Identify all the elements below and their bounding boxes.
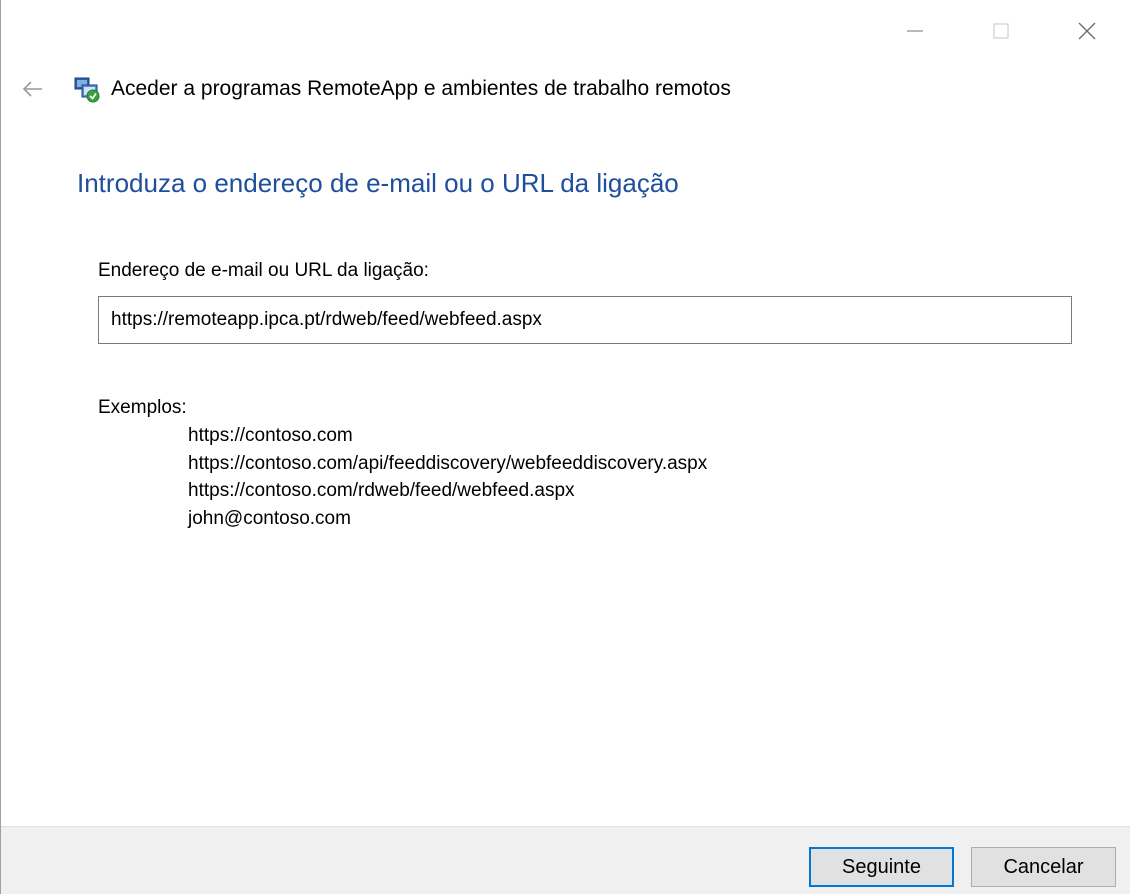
cancel-button[interactable]: Cancelar bbox=[971, 847, 1116, 887]
minimize-button[interactable] bbox=[872, 0, 958, 62]
examples-list: https://contoso.com https://contoso.com/… bbox=[188, 422, 707, 532]
example-item: https://contoso.com/rdweb/feed/webfeed.a… bbox=[188, 480, 575, 501]
close-button[interactable] bbox=[1044, 0, 1130, 62]
example-item: john@contoso.com bbox=[188, 507, 351, 529]
examples-label: Exemplos: bbox=[98, 397, 187, 418]
remoteapp-wizard-window: Aceder a programas RemoteApp e ambientes… bbox=[0, 0, 1130, 894]
example-item: https://contoso.com bbox=[188, 425, 353, 446]
next-button[interactable]: Seguinte bbox=[809, 847, 954, 887]
example-item: https://contoso.com/api/feeddiscovery/we… bbox=[188, 452, 708, 474]
close-icon bbox=[1078, 22, 1096, 40]
footer-bar: Seguinte Cancelar bbox=[1, 826, 1130, 894]
minimize-icon bbox=[907, 30, 923, 32]
maximize-icon bbox=[993, 23, 1009, 39]
maximize-button[interactable] bbox=[958, 0, 1044, 62]
back-arrow-icon bbox=[22, 81, 42, 97]
remoteapp-icon bbox=[74, 77, 100, 103]
page-heading: Introduza o endereço de e-mail ou o URL … bbox=[77, 168, 679, 198]
window-title: Aceder a programas RemoteApp e ambientes… bbox=[111, 77, 731, 100]
url-input[interactable] bbox=[98, 296, 1072, 344]
back-button[interactable] bbox=[19, 76, 47, 102]
caption-controls bbox=[872, 0, 1130, 62]
url-field-label: Endereço de e-mail ou URL da ligação: bbox=[98, 260, 429, 281]
